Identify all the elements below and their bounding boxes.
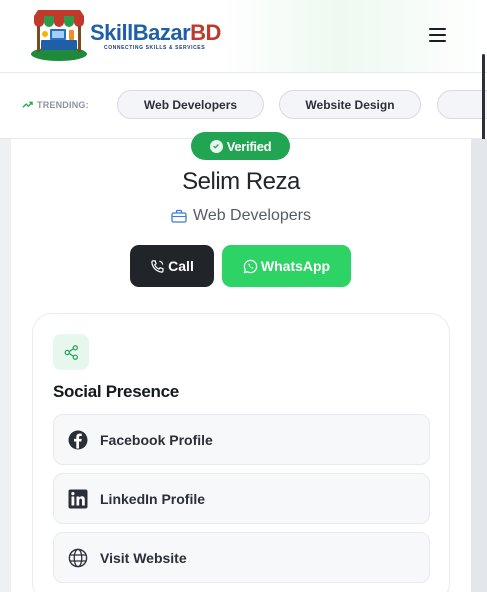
linkedin-icon [68, 489, 88, 508]
share-icon [64, 344, 78, 360]
market-stall-logo-icon [31, 10, 87, 61]
phone-icon [151, 259, 164, 273]
profile-name: Selim Reza [182, 168, 300, 195]
share-icon-box [53, 334, 89, 370]
trending-chip-website-design[interactable]: Website Design [279, 90, 421, 119]
brand-tagline: CONNECTING SKILLS & SERVICES [104, 45, 206, 51]
whatsapp-button[interactable]: WhatsApp [222, 245, 351, 287]
brand-name: SkillBazarBD [90, 20, 221, 46]
globe-icon [68, 548, 88, 567]
hamburger-icon[interactable] [427, 24, 449, 46]
call-button-label: Call [168, 258, 194, 274]
verified-label: Verified [226, 138, 272, 154]
whatsapp-button-label: WhatsApp [260, 258, 331, 274]
brand-name-bazar: Bazar [132, 20, 191, 45]
visit-website-label: Visit Website [100, 549, 187, 566]
facebook-icon [68, 430, 88, 449]
trending-chip-web-developers[interactable]: Web Developers [117, 90, 264, 119]
trend-up-icon [22, 101, 33, 108]
visit-website-link[interactable]: Visit Website [53, 532, 430, 583]
verified-badge: Verified [191, 132, 290, 160]
facebook-profile-link[interactable]: Facebook Profile [53, 414, 430, 465]
call-button[interactable]: Call [130, 245, 214, 287]
check-icon [209, 139, 223, 153]
site-header: SkillBazarBD CONNECTING SKILLS & SERVICE… [0, 0, 487, 73]
brand-name-bd: BD [190, 20, 221, 45]
profile-category-label: Web Developers [193, 207, 311, 224]
linkedin-profile-link[interactable]: LinkedIn Profile [53, 473, 430, 524]
site-logo[interactable]: SkillBazarBD CONNECTING SKILLS & SERVICE… [28, 6, 228, 64]
trending-bar: TRENDING: Web Developers Website Design [0, 73, 487, 139]
trending-label: TRENDING: [22, 99, 89, 110]
social-presence-card: Social Presence Facebook Profile LinkedI… [32, 313, 450, 592]
briefcase-icon [171, 209, 187, 223]
whatsapp-icon [243, 259, 258, 273]
brand-name-skill: Skill [90, 20, 133, 45]
facebook-profile-label: Facebook Profile [100, 431, 213, 448]
linkedin-profile-label: LinkedIn Profile [100, 490, 206, 507]
profile-category: Web Developers [0, 207, 482, 225]
social-presence-title: Social Presence [53, 382, 179, 401]
trending-chip-partial[interactable] [437, 90, 487, 119]
trending-label-text: TRENDING: [37, 99, 89, 110]
